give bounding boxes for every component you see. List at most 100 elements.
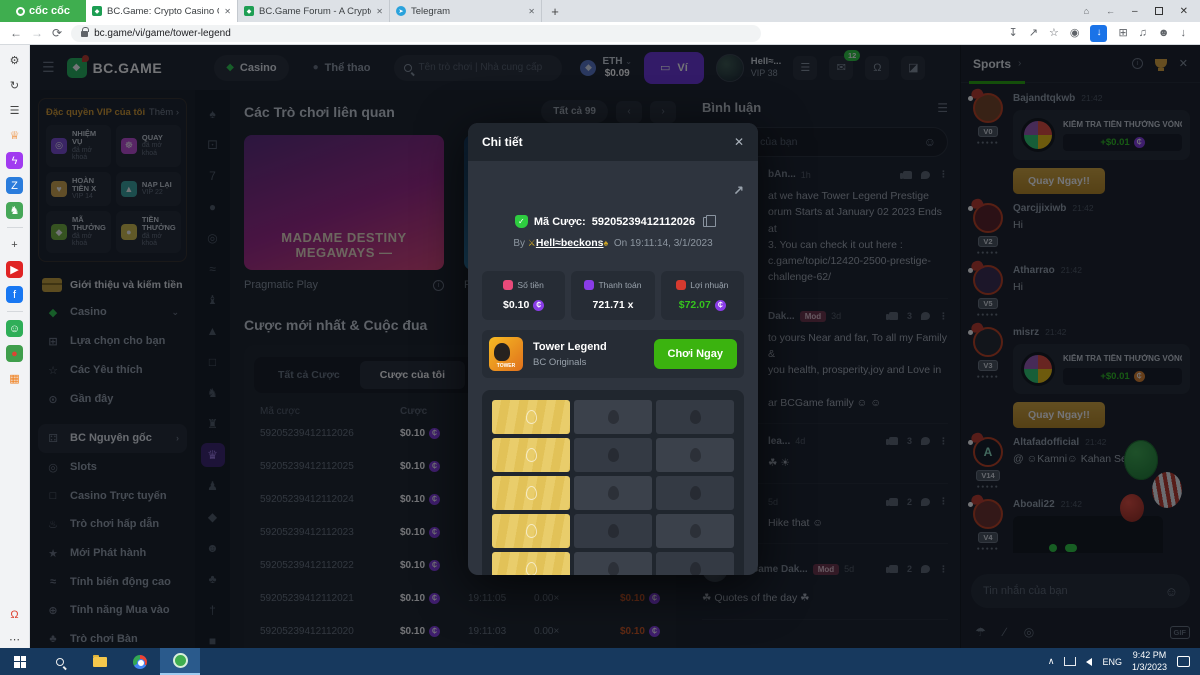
tower-tile[interactable]	[574, 438, 652, 472]
coccoc-icon	[173, 653, 188, 668]
bet-username[interactable]: Hell≈beckons	[536, 237, 604, 249]
volume-icon[interactable]	[1086, 658, 1092, 666]
tower-tile-selected[interactable]	[492, 438, 570, 472]
share-icon[interactable]: ↗	[733, 183, 744, 199]
tower-tile-selected[interactable]	[492, 476, 570, 510]
chat-icon[interactable]: ☺	[6, 320, 23, 337]
tower-tile[interactable]	[574, 514, 652, 548]
stat-value: 721.71 x	[574, 299, 651, 311]
tab-scroll-icon[interactable]: ←	[1106, 7, 1115, 16]
modal-close-icon[interactable]: ✕	[734, 135, 744, 149]
tab-title: BC.Game: Crypto Casino Gam	[107, 6, 219, 17]
new-tab-button[interactable]: +	[542, 4, 568, 19]
back-icon[interactable]: ←	[10, 27, 22, 39]
tower-legend-icon	[489, 337, 523, 371]
stat-value-text: 721.71 x	[593, 299, 634, 311]
download-active-icon[interactable]: ↓	[1090, 25, 1107, 42]
taskbar-apps	[0, 648, 200, 675]
notification-bell-icon[interactable]: Ω	[6, 606, 23, 623]
browser-tab[interactable]: ◆BC.Game: Crypto Casino Gam✕	[86, 0, 238, 22]
stat-icon	[584, 280, 594, 290]
share-icon[interactable]: ↗	[1029, 28, 1038, 39]
play-now-button[interactable]: Chơi Ngay	[654, 339, 738, 369]
browser-tab-bar: cốc cốc ◆BC.Game: Crypto Casino Gam✕◆BC.…	[0, 0, 1200, 22]
tab-search-icon[interactable]: ⌂	[1084, 7, 1089, 16]
messenger-icon[interactable]: ϟ	[6, 152, 23, 169]
maximize-button[interactable]	[1155, 7, 1163, 15]
egg-icon	[690, 410, 701, 424]
tower-tile-selected[interactable]	[492, 400, 570, 434]
game-row: Tower Legend BC Originals Chơi Ngay	[482, 330, 744, 378]
reading-list-icon[interactable]: ☰	[6, 102, 23, 119]
games-icon[interactable]: ♞	[6, 202, 23, 219]
more-icon[interactable]: ⋯	[6, 631, 23, 648]
media-icon[interactable]: ♫	[1139, 28, 1147, 39]
tower-tile-selected[interactable]	[492, 552, 570, 575]
browser-tab[interactable]: ➤Telegram✕	[390, 0, 542, 22]
hidden-icons-chevron[interactable]: ∧	[1048, 656, 1055, 667]
browser-tab[interactable]: ◆BC.Game Forum - A Cryptoc✕	[238, 0, 390, 22]
egg-icon	[526, 410, 537, 424]
extensions-icon[interactable]: ⊞	[1118, 28, 1127, 39]
tower-tile[interactable]	[574, 400, 652, 434]
history-icon[interactable]: ↻	[6, 77, 23, 94]
network-icon[interactable]	[1064, 657, 1076, 666]
tower-tile[interactable]	[574, 552, 652, 575]
address-box[interactable]: bc.game/vi/game/tower-legend	[71, 25, 761, 42]
tab-close-icon[interactable]: ✕	[528, 7, 535, 16]
stat-icon	[676, 280, 686, 290]
stat-value-text: $0.10	[503, 299, 529, 311]
modal-title: Chi tiết	[482, 135, 523, 149]
url-text: bc.game/vi/game/tower-legend	[94, 28, 231, 39]
stat-value: $72.07₵	[664, 299, 741, 311]
tab-close-icon[interactable]: ✕	[224, 7, 231, 16]
tab-title: BC.Game Forum - A Cryptoc	[259, 6, 371, 17]
youtube-icon[interactable]: ▶	[6, 261, 23, 278]
divider	[7, 311, 23, 312]
taskbar-clock[interactable]: 9:42 PM1/3/2023	[1132, 650, 1167, 673]
egg-icon	[690, 448, 701, 462]
tower-tile[interactable]	[656, 476, 734, 510]
coccoc-brand[interactable]: cốc cốc	[0, 0, 86, 22]
stat-card: Thanh toán 721.71 x	[571, 271, 654, 320]
forward-icon[interactable]: →	[31, 27, 43, 39]
folder-icon	[93, 657, 107, 667]
chrome[interactable]	[120, 648, 160, 675]
tower-tile[interactable]	[656, 400, 734, 434]
tower-tile[interactable]	[656, 552, 734, 575]
profile-icon[interactable]: ☻	[1158, 28, 1170, 39]
tower-tile[interactable]	[656, 514, 734, 548]
egg-icon	[526, 486, 537, 500]
search-button[interactable]	[40, 648, 80, 675]
downloads-icon[interactable]: ↓	[1181, 28, 1187, 39]
bookmark-star-icon[interactable]: ☆	[1049, 28, 1059, 39]
close-button[interactable]: ✕	[1180, 6, 1188, 17]
farm-game-icon[interactable]: ●	[6, 345, 23, 362]
reload-icon[interactable]: ⟳	[52, 27, 62, 39]
facebook-icon[interactable]: f	[6, 286, 23, 303]
add-shortcut-icon[interactable]: +	[6, 236, 23, 253]
stat-label: Số tiền	[485, 280, 562, 290]
language-indicator[interactable]: ENG	[1102, 657, 1122, 667]
copy-icon[interactable]	[703, 217, 711, 227]
lock-icon[interactable]	[81, 31, 88, 37]
settings-icon[interactable]: ⚙	[6, 52, 23, 69]
file-explorer[interactable]	[80, 648, 120, 675]
tower-tile[interactable]	[574, 476, 652, 510]
zalo-icon[interactable]: Z	[6, 177, 23, 194]
adblock-shield-icon[interactable]: ◉	[1070, 28, 1080, 39]
minimize-button[interactable]: –	[1132, 6, 1138, 17]
tower-tile[interactable]	[656, 438, 734, 472]
coccoc-logo-icon	[16, 7, 25, 16]
stat-icon	[503, 280, 513, 290]
shopping-cart-icon[interactable]: ▦	[6, 370, 23, 387]
stat-label: Thanh toán	[574, 280, 651, 290]
start-button[interactable]	[0, 648, 40, 675]
browser-sidebar: ⚙ ↻ ☰ ♕ ϟZ ♞ + ▶ f ☺ ● ▦ Ω ⋯	[0, 45, 30, 648]
tower-tile-selected[interactable]	[492, 514, 570, 548]
coccoc[interactable]	[160, 648, 200, 675]
send-to-device-icon[interactable]: ↧	[1009, 28, 1018, 39]
tab-close-icon[interactable]: ✕	[376, 7, 383, 16]
rewards-crown-icon[interactable]: ♕	[6, 127, 23, 144]
action-center-icon[interactable]	[1177, 656, 1190, 667]
